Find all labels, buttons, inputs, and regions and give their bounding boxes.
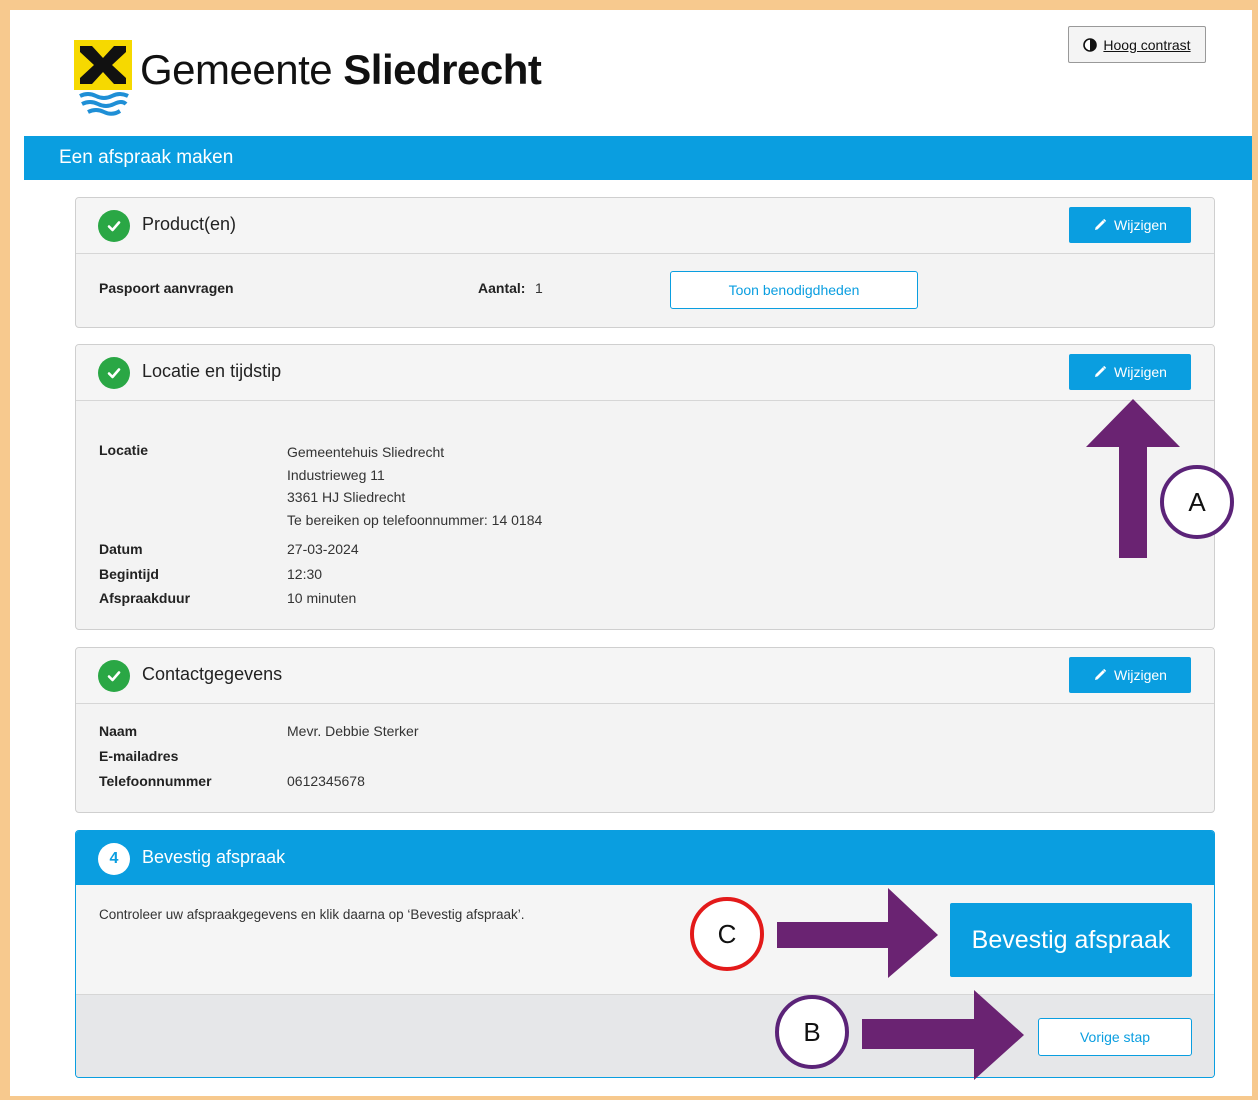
brand-regular: Gemeente [140,46,344,93]
annotation-label-b: B [775,995,849,1069]
label-a-text: A [1188,486,1206,517]
location-label: Locatie [99,442,149,458]
high-contrast-label: Hoog contrast [1103,36,1191,53]
check-icon [98,210,130,242]
date-label: Datum [99,541,143,557]
edit-contact-label: Wijzigen [1114,667,1167,683]
high-contrast-button[interactable]: Hoog contrast [1068,26,1206,63]
location-panel: Locatie en tijdstip Wijzigen Locatie Gem… [75,344,1215,630]
contact-panel-header: Contactgegevens Wijzigen [76,648,1214,704]
confirm-footer: Vorige stap [76,995,1214,1077]
phone-value: 0612345678 [287,773,365,789]
duration-label: Afspraakduur [99,590,191,606]
products-title: Product(en) [142,214,237,234]
contact-panel: Contactgegevens Wijzigen Naam Mevr. Debb… [75,647,1215,813]
edit-products-label: Wijzigen [1114,217,1167,233]
confirm-body: Controleer uw afspraakgegevens en klik d… [76,885,1214,995]
page-frame: Gemeente Sliedrecht Hoog contrast Een af… [10,10,1252,1096]
count-value: 1 [535,280,543,296]
date-value: 27-03-2024 [287,541,359,557]
check-icon [98,357,130,389]
name-label: Naam [99,723,138,739]
edit-location-label: Wijzigen [1114,364,1167,380]
address-line: Industrieweg 11 [287,467,385,483]
location-title: Locatie en tijdstip [142,361,282,381]
annotation-label-a: A [1160,465,1234,539]
confirm-panel-header: 4 Bevestig afspraak [76,831,1214,885]
show-requirements-button[interactable]: Toon benodigdheden [670,271,918,309]
duration-value: 10 minuten [287,590,357,606]
previous-step-button[interactable]: Vorige stap [1038,1018,1192,1056]
location-panel-header: Locatie en tijdstip Wijzigen [76,345,1214,401]
start-time-label: Begintijd [99,566,159,582]
edit-products-button[interactable]: Wijzigen [1069,207,1191,243]
name-value: Mevr. Debbie Sterker [287,723,419,739]
step-number-badge: 4 [98,843,130,875]
contrast-icon [1083,37,1098,52]
pencil-icon [1095,218,1107,230]
start-time-value: 12:30 [287,566,323,582]
address-line: Te bereiken op telefoonnummer: 14 0184 [287,512,543,528]
products-panel-header: Product(en) Wijzigen [76,198,1214,254]
confirm-title: Bevestig afspraak [142,847,286,867]
phone-label: Telefoonnummer [99,773,212,789]
brand-title: Gemeente Sliedrecht [140,46,542,94]
label-b-text: B [803,1016,821,1047]
address-line: Gemeentehuis Sliedrecht [287,444,445,460]
site-header: Gemeente Sliedrecht Hoog contrast [10,10,1252,136]
product-name: Paspoort aanvragen [99,280,234,296]
products-panel: Product(en) Wijzigen Paspoort aanvragen … [75,197,1215,328]
pencil-icon [1095,365,1107,377]
annotation-label-c: C [690,897,764,971]
municipality-logo [74,40,132,116]
edit-location-button[interactable]: Wijzigen [1069,354,1191,390]
edit-contact-button[interactable]: Wijzigen [1069,657,1191,693]
brand-bold: Sliedrecht [343,46,542,93]
confirm-instruction: Controleer uw afspraakgegevens en klik d… [99,907,525,922]
count-label: Aantal: [478,280,526,296]
label-c-text: C [717,918,737,949]
check-icon [98,660,130,692]
confirm-appointment-button[interactable]: Bevestig afspraak [950,903,1192,977]
pencil-icon [1095,668,1107,680]
confirm-panel: 4 Bevestig afspraak Controleer uw afspra… [75,830,1215,1078]
email-label: E-mailadres [99,748,179,764]
address-line: 3361 HJ Sliedrecht [287,489,406,505]
contact-title: Contactgegevens [142,664,283,684]
page-title-bar: Een afspraak maken [24,136,1252,180]
page-title: Een afspraak maken [59,147,234,168]
